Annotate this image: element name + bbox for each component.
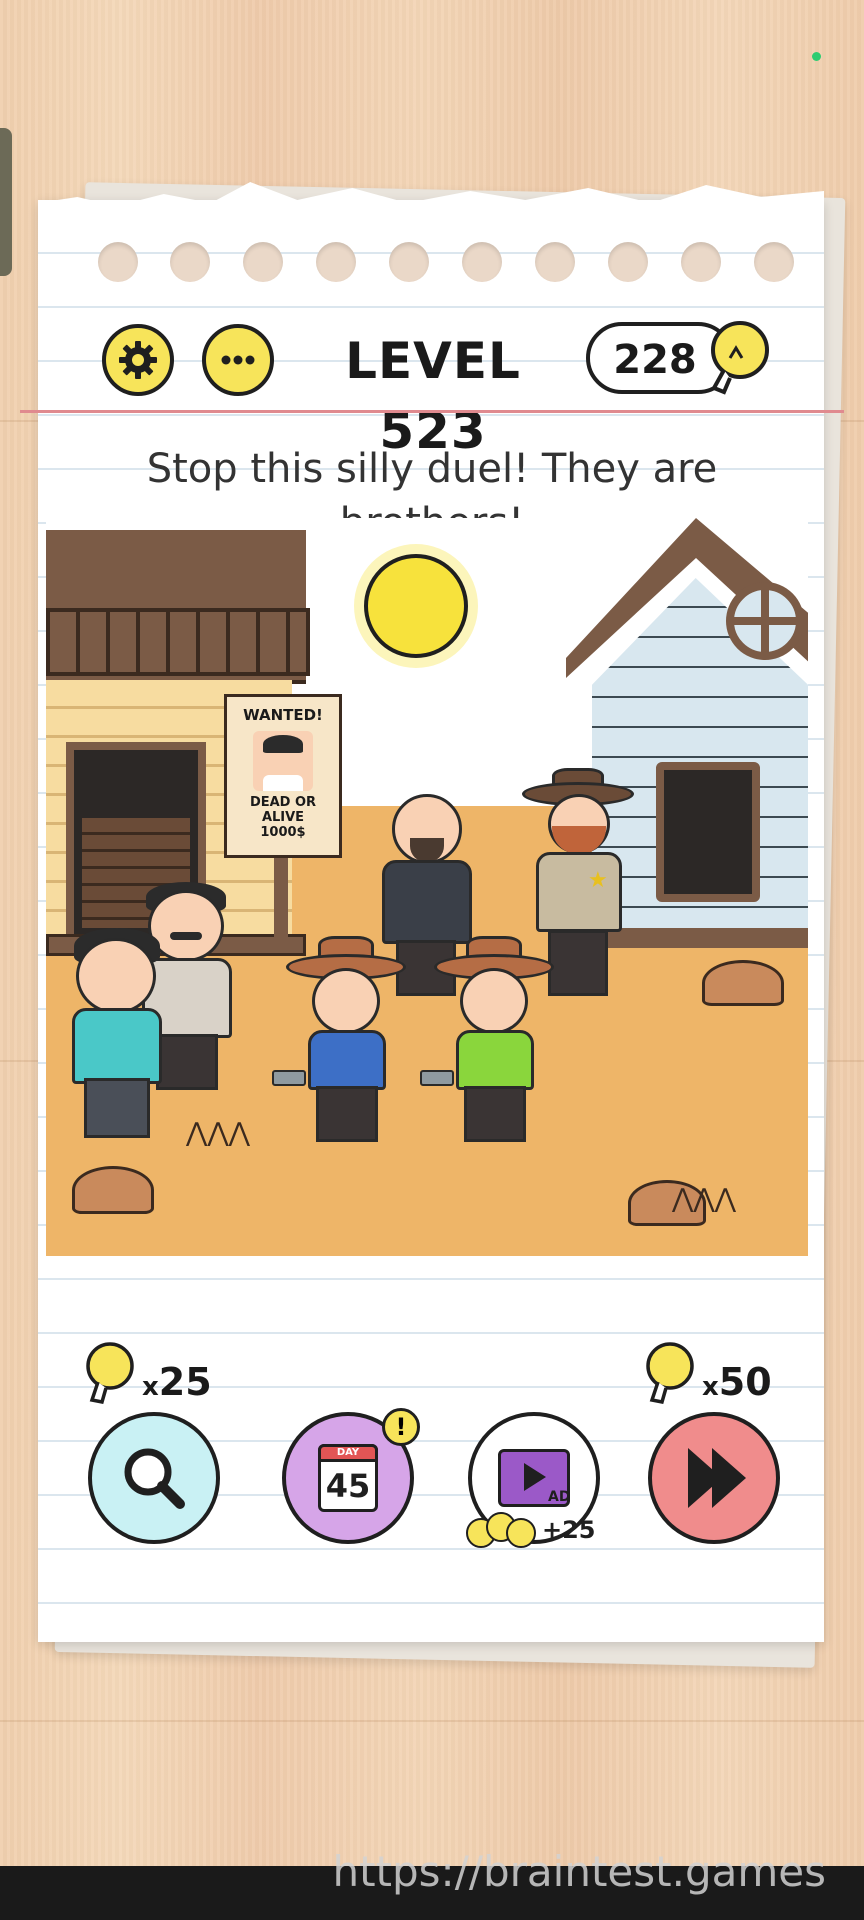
binder-hole [316, 242, 356, 282]
watch-ad-button[interactable]: AD +25 [466, 1412, 600, 1548]
more-dots-icon [221, 355, 255, 365]
watermark-url: https://braintest.games [332, 1847, 826, 1896]
wanted-text-line2: 1000$ [260, 825, 306, 840]
lightbulb-icon [646, 1342, 694, 1405]
calendar-icon: DAY 45 [318, 1444, 378, 1512]
wood-plank-line [0, 1720, 864, 1722]
magnify-cost: x25 [142, 1360, 212, 1404]
binder-hole [535, 242, 575, 282]
house-round-window [726, 582, 804, 660]
grass-tuft: ⋀⋀⋀ [186, 1118, 250, 1148]
binder-hole [462, 242, 502, 282]
ad-reward: +25 [542, 1516, 596, 1544]
skip-cost: x50 [702, 1360, 772, 1404]
revolver-icon[interactable] [420, 1070, 454, 1086]
day-number: 45 [325, 1467, 371, 1505]
grass-tuft: ⋀⋀⋀ [672, 1184, 736, 1214]
rock[interactable] [702, 960, 784, 1006]
revolver-icon[interactable] [272, 1070, 306, 1086]
binder-hole [98, 242, 138, 282]
torn-paper-edge [38, 182, 824, 230]
wanted-text-line1: DEAD OR ALIVE [249, 795, 317, 825]
wanted-title: WANTED! [243, 706, 323, 724]
sheriff-star-icon: ★ [588, 868, 608, 893]
more-menu-button[interactable] [202, 324, 274, 396]
video-ad-icon: AD [494, 1443, 574, 1513]
bulb-cluster-icon [466, 1512, 536, 1548]
binder-hole [170, 242, 210, 282]
skip-level-button[interactable] [648, 1412, 780, 1544]
binder-hole [608, 242, 648, 282]
boy-character[interactable] [72, 928, 164, 1138]
side-drawer-handle[interactable] [0, 128, 12, 276]
sun[interactable] [364, 554, 468, 658]
hint-count: 228 [613, 337, 697, 383]
settings-button[interactable] [102, 324, 174, 396]
house-window [656, 762, 760, 902]
saloon-balcony [46, 608, 310, 676]
poster-post [274, 858, 288, 948]
wanted-poster[interactable]: WANTED! DEAD OR ALIVE 1000$ [224, 694, 342, 858]
binder-hole [754, 242, 794, 282]
magnify-hint-button[interactable] [88, 1412, 220, 1544]
game-scene[interactable]: WANTED! DEAD OR ALIVE 1000$ ⋀⋀⋀ ⋀⋀⋀ ★ [46, 518, 808, 1256]
binder-hole [681, 242, 721, 282]
daily-challenge-button[interactable]: DAY 45 ! [282, 1408, 420, 1544]
binder-hole [389, 242, 429, 282]
lightbulb-icon [86, 1342, 134, 1405]
lightbulb-icon [711, 321, 769, 395]
notification-badge: ! [382, 1408, 420, 1446]
wanted-portrait [253, 731, 313, 791]
magnifier-icon [124, 1448, 185, 1509]
gear-icon [119, 341, 157, 379]
level-title: LEVEL 523 [345, 332, 521, 460]
status-dot [812, 52, 821, 61]
blue-cowboy-character[interactable] [272, 936, 406, 1146]
skip-icon [688, 1448, 746, 1508]
margin-line [20, 410, 844, 413]
green-cowboy-character[interactable] [420, 936, 554, 1146]
rock[interactable] [72, 1166, 154, 1214]
binder-hole [243, 242, 283, 282]
